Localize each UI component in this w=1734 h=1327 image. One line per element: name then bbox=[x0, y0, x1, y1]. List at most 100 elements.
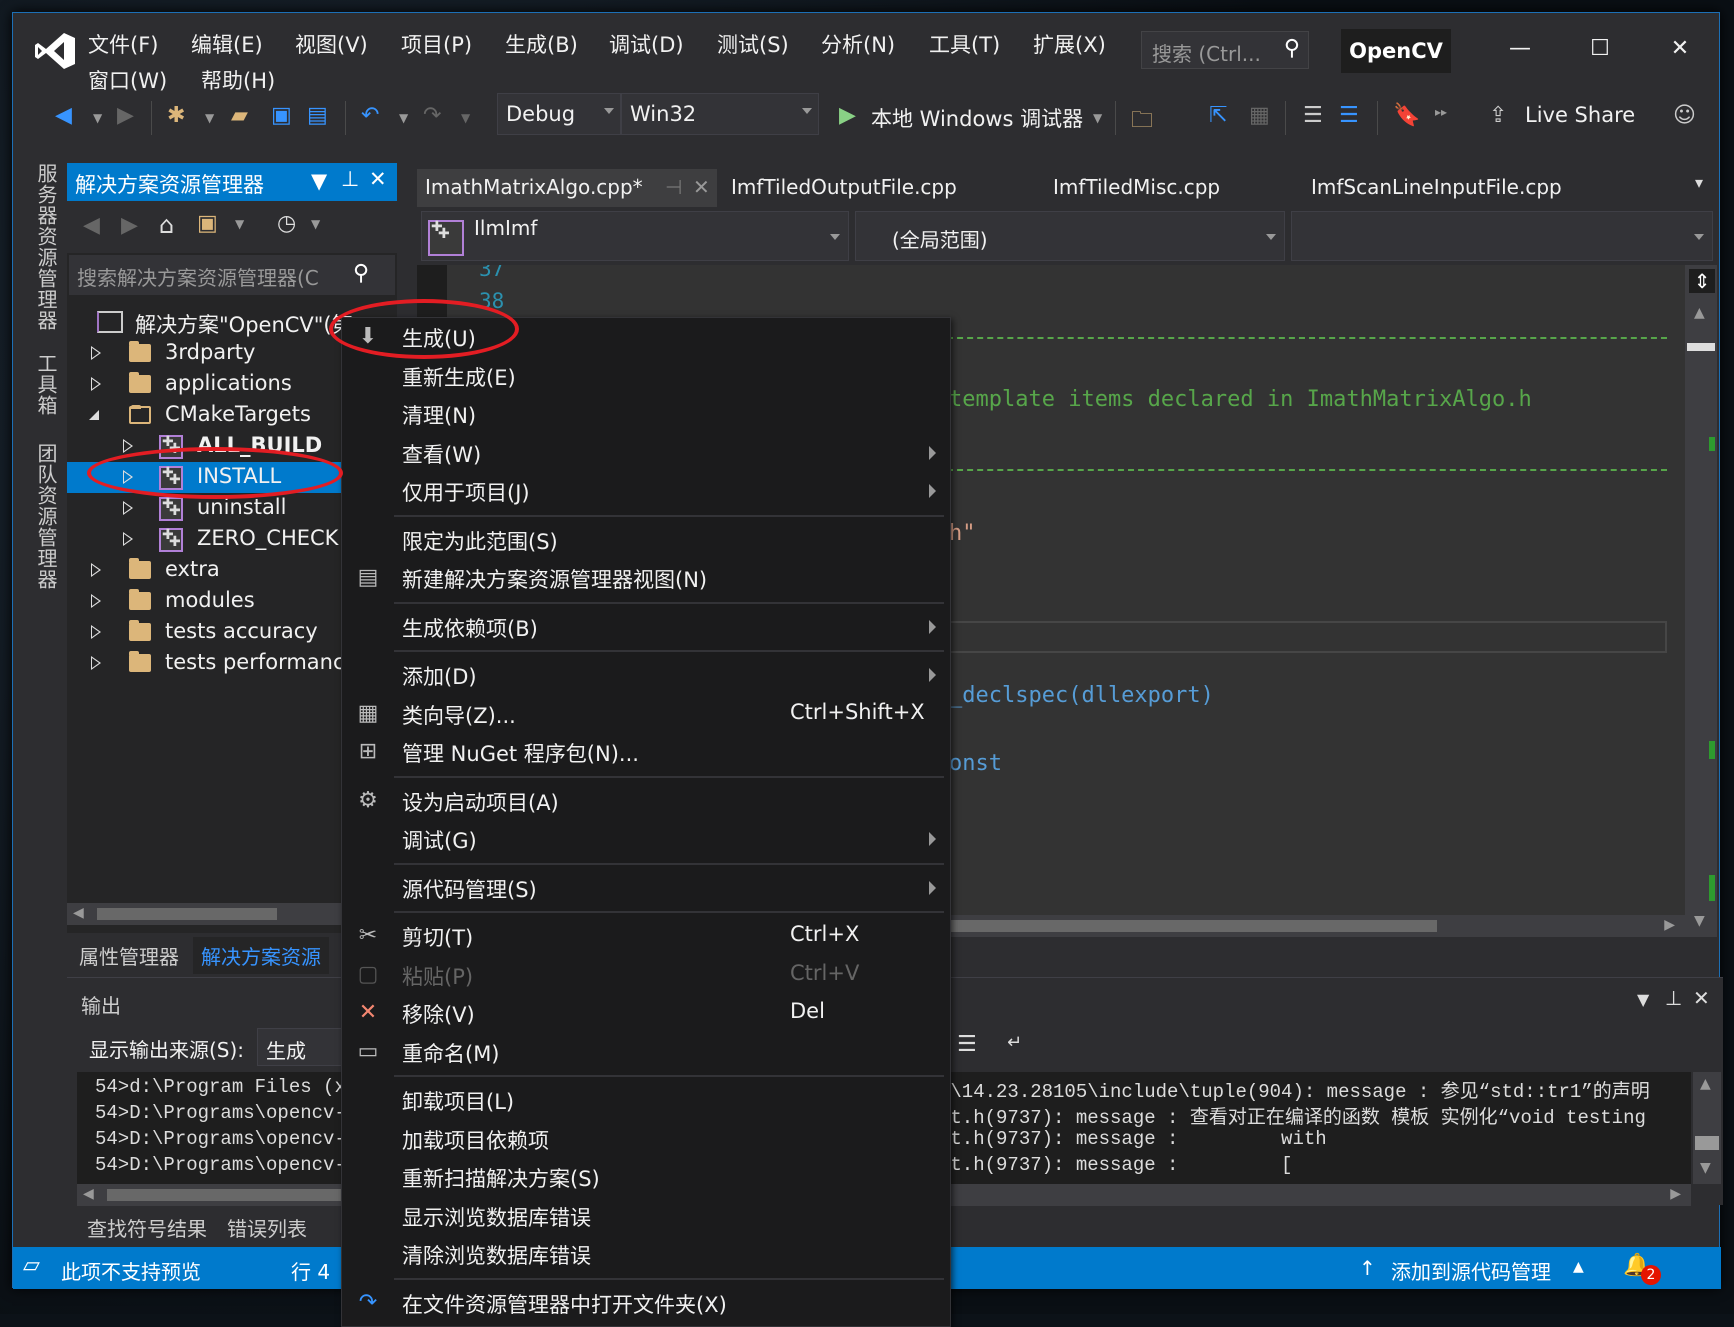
scroll-left-icon[interactable]: ◀ bbox=[73, 905, 84, 921]
editor-horizontal-scrollbar[interactable]: ▶ bbox=[937, 915, 1685, 937]
platform-select[interactable]: Win32 bbox=[621, 93, 819, 135]
context-menu-item[interactable]: ✕移除(V)Del bbox=[342, 994, 950, 1032]
layout-icon[interactable]: ▦ bbox=[1249, 103, 1270, 128]
context-menu-item[interactable]: 重新生成(E) bbox=[342, 357, 950, 395]
menu-help[interactable]: 帮助(H) bbox=[201, 65, 275, 95]
close-panel-icon[interactable]: ✕ bbox=[369, 167, 387, 191]
project-navigation-select[interactable]: IlmImf bbox=[421, 211, 849, 261]
feedback-icon[interactable]: ☺ bbox=[1673, 103, 1696, 128]
context-menu-item[interactable]: ⊞管理 NuGet 程序包(N)... bbox=[342, 733, 950, 771]
maximize-button[interactable]: ☐ bbox=[1575, 27, 1625, 71]
menu-window[interactable]: 窗口(W) bbox=[88, 65, 167, 95]
menu-debug[interactable]: 调试(D) bbox=[609, 29, 684, 59]
pin-icon[interactable]: ⊥ bbox=[341, 167, 359, 191]
expand-arrow-icon[interactable] bbox=[123, 501, 133, 515]
output-vertical-scrollbar[interactable]: ▲ ▼ bbox=[1693, 1072, 1721, 1184]
expand-arrow-icon[interactable] bbox=[123, 532, 133, 546]
scroll-up-icon[interactable]: ▲ bbox=[1700, 1076, 1711, 1092]
menu-edit[interactable]: 编辑(E) bbox=[191, 29, 263, 59]
run-debugger-button[interactable]: 本地 Windows 调试器 bbox=[871, 103, 1083, 133]
pin-icon[interactable]: ⊥ bbox=[1665, 986, 1682, 1010]
scrollbar-thumb[interactable] bbox=[937, 920, 1437, 932]
navigate-back-icon[interactable]: ◀ bbox=[55, 103, 72, 128]
menu-tools[interactable]: 工具(T) bbox=[929, 29, 1000, 59]
scroll-down-icon[interactable]: ▼ bbox=[1694, 913, 1705, 929]
filter-dropdown-icon[interactable]: ▼ bbox=[311, 217, 320, 231]
tab-imathmatrixalgo[interactable]: ImathMatrixAlgo.cpp* ⊣ ✕ bbox=[417, 169, 717, 207]
tab-imftiledoutputfile[interactable]: ImfTiledOutputFile.cpp bbox=[723, 169, 965, 207]
indent-icon[interactable]: ☰ bbox=[1303, 103, 1323, 128]
context-menu-item[interactable]: ⚙设为启动项目(A) bbox=[342, 782, 950, 820]
close-tab-icon[interactable]: ✕ bbox=[693, 175, 710, 199]
context-menu-item[interactable]: 源代码管理(S) bbox=[342, 869, 950, 907]
context-menu-item[interactable]: 加载项目依赖项 bbox=[342, 1120, 950, 1158]
expand-arrow-icon[interactable] bbox=[91, 377, 101, 391]
expand-arrow-icon[interactable] bbox=[91, 563, 101, 577]
back-icon[interactable]: ◀ bbox=[83, 213, 100, 238]
side-tab-toolbox[interactable]: 工具箱 bbox=[29, 353, 63, 429]
redo-dropdown-icon[interactable]: ▼ bbox=[461, 111, 470, 125]
context-menu-item[interactable]: 显示浏览数据库错误 bbox=[342, 1197, 950, 1235]
menu-file[interactable]: 文件(F) bbox=[88, 29, 158, 59]
side-tab-server-explorer[interactable]: 服务器资源管理器 bbox=[29, 163, 63, 339]
back-dropdown-icon[interactable]: ▼ bbox=[93, 111, 102, 125]
new-project-icon[interactable]: ✱ bbox=[167, 103, 185, 128]
scope-navigation-select[interactable]: (全局范围) bbox=[855, 211, 1285, 261]
scroll-down-icon[interactable]: ▼ bbox=[1700, 1160, 1711, 1176]
undo-icon[interactable]: ↶ bbox=[361, 103, 379, 128]
forward-icon[interactable]: ▶ bbox=[121, 213, 138, 238]
start-debug-icon[interactable]: ▶ bbox=[839, 103, 856, 128]
tab-property-manager[interactable]: 属性管理器 bbox=[71, 937, 187, 974]
scroll-right-icon[interactable]: ▶ bbox=[1664, 917, 1675, 933]
context-menu-item[interactable]: 清理(N) bbox=[342, 395, 950, 433]
context-menu-item[interactable]: ▭重命名(M) bbox=[342, 1033, 950, 1071]
expand-arrow-icon[interactable] bbox=[91, 656, 101, 670]
run-dropdown-icon[interactable]: ▼ bbox=[1093, 111, 1102, 125]
panel-options-icon[interactable]: ▼ bbox=[1637, 990, 1649, 1009]
tab-find-symbol-results[interactable]: 查找符号结果 bbox=[87, 1213, 207, 1242]
undo-dropdown-icon[interactable]: ▼ bbox=[399, 111, 408, 125]
word-wrap-icon[interactable]: ↵ bbox=[1007, 1032, 1022, 1053]
close-button[interactable]: ✕ bbox=[1655, 27, 1705, 71]
context-menu-item[interactable]: 卸载项目(L) bbox=[342, 1081, 950, 1119]
save-icon[interactable]: ▣ bbox=[271, 103, 292, 128]
context-menu-item[interactable]: 仅用于项目(J) bbox=[342, 472, 950, 510]
solution-explorer-search[interactable]: 搜索解决方案资源管理器(C ⚲ bbox=[69, 255, 395, 295]
context-menu-item[interactable]: 清除浏览数据库错误 bbox=[342, 1235, 950, 1273]
new-dropdown-icon[interactable]: ▼ bbox=[205, 111, 214, 125]
clear-all-icon[interactable]: ☰ bbox=[957, 1032, 977, 1057]
pending-changes-filter-icon[interactable]: ◷ bbox=[277, 211, 296, 236]
tab-imftiledmisc[interactable]: ImfTiledMisc.cpp bbox=[1045, 169, 1228, 207]
source-control-menu-icon[interactable]: ▲ bbox=[1573, 1259, 1584, 1275]
menu-analyze[interactable]: 分析(N) bbox=[821, 29, 895, 59]
context-menu-item[interactable]: 添加(D) bbox=[342, 656, 950, 694]
split-editor-icon[interactable]: ⇕ bbox=[1689, 269, 1715, 293]
side-tab-team-explorer[interactable]: 团队资源管理器 bbox=[29, 443, 63, 603]
context-menu-item[interactable]: ▦类向导(Z)...Ctrl+Shift+X bbox=[342, 695, 950, 733]
configuration-select[interactable]: Debug bbox=[497, 93, 621, 135]
scroll-left-icon[interactable]: ◀ bbox=[83, 1186, 94, 1202]
tab-error-list[interactable]: 错误列表 bbox=[227, 1213, 307, 1242]
scroll-right-icon[interactable]: ▶ bbox=[1670, 1186, 1681, 1202]
pin-tab-icon[interactable]: ⊣ bbox=[665, 175, 682, 199]
redo-icon[interactable]: ↷ bbox=[423, 103, 441, 128]
expand-arrow-icon[interactable] bbox=[91, 346, 101, 360]
tab-solution-explorer[interactable]: 解决方案资源 bbox=[193, 937, 329, 974]
scrollbar-thumb[interactable] bbox=[97, 908, 277, 920]
global-search-box[interactable]: 搜索 (Ctrl... ⚲ bbox=[1141, 31, 1309, 69]
navigate-forward-icon[interactable]: ▶ bbox=[117, 103, 134, 128]
open-folder-icon[interactable]: ▰ bbox=[231, 103, 248, 128]
context-menu-item[interactable]: 生成依赖项(B) bbox=[342, 608, 950, 646]
context-menu-item[interactable]: 查看(W) bbox=[342, 434, 950, 472]
context-menu-item[interactable]: 调试(G) bbox=[342, 820, 950, 858]
menu-project[interactable]: 项目(P) bbox=[401, 29, 472, 59]
context-menu-item[interactable]: ↷在文件资源管理器中打开文件夹(X) bbox=[342, 1284, 950, 1322]
scroll-up-icon[interactable]: ▲ bbox=[1694, 305, 1705, 321]
scrollbar-thumb[interactable] bbox=[1695, 1136, 1719, 1150]
home-icon[interactable]: ⌂ bbox=[159, 211, 174, 239]
context-menu-item[interactable]: ▤新建解决方案资源管理器视图(N) bbox=[342, 559, 950, 597]
minimize-button[interactable]: — bbox=[1495, 27, 1545, 71]
menu-view[interactable]: 视图(V) bbox=[295, 29, 368, 59]
find-in-files-icon[interactable]: 🗀 bbox=[1131, 103, 1153, 141]
select-element-icon[interactable]: ⇱ bbox=[1209, 103, 1227, 128]
